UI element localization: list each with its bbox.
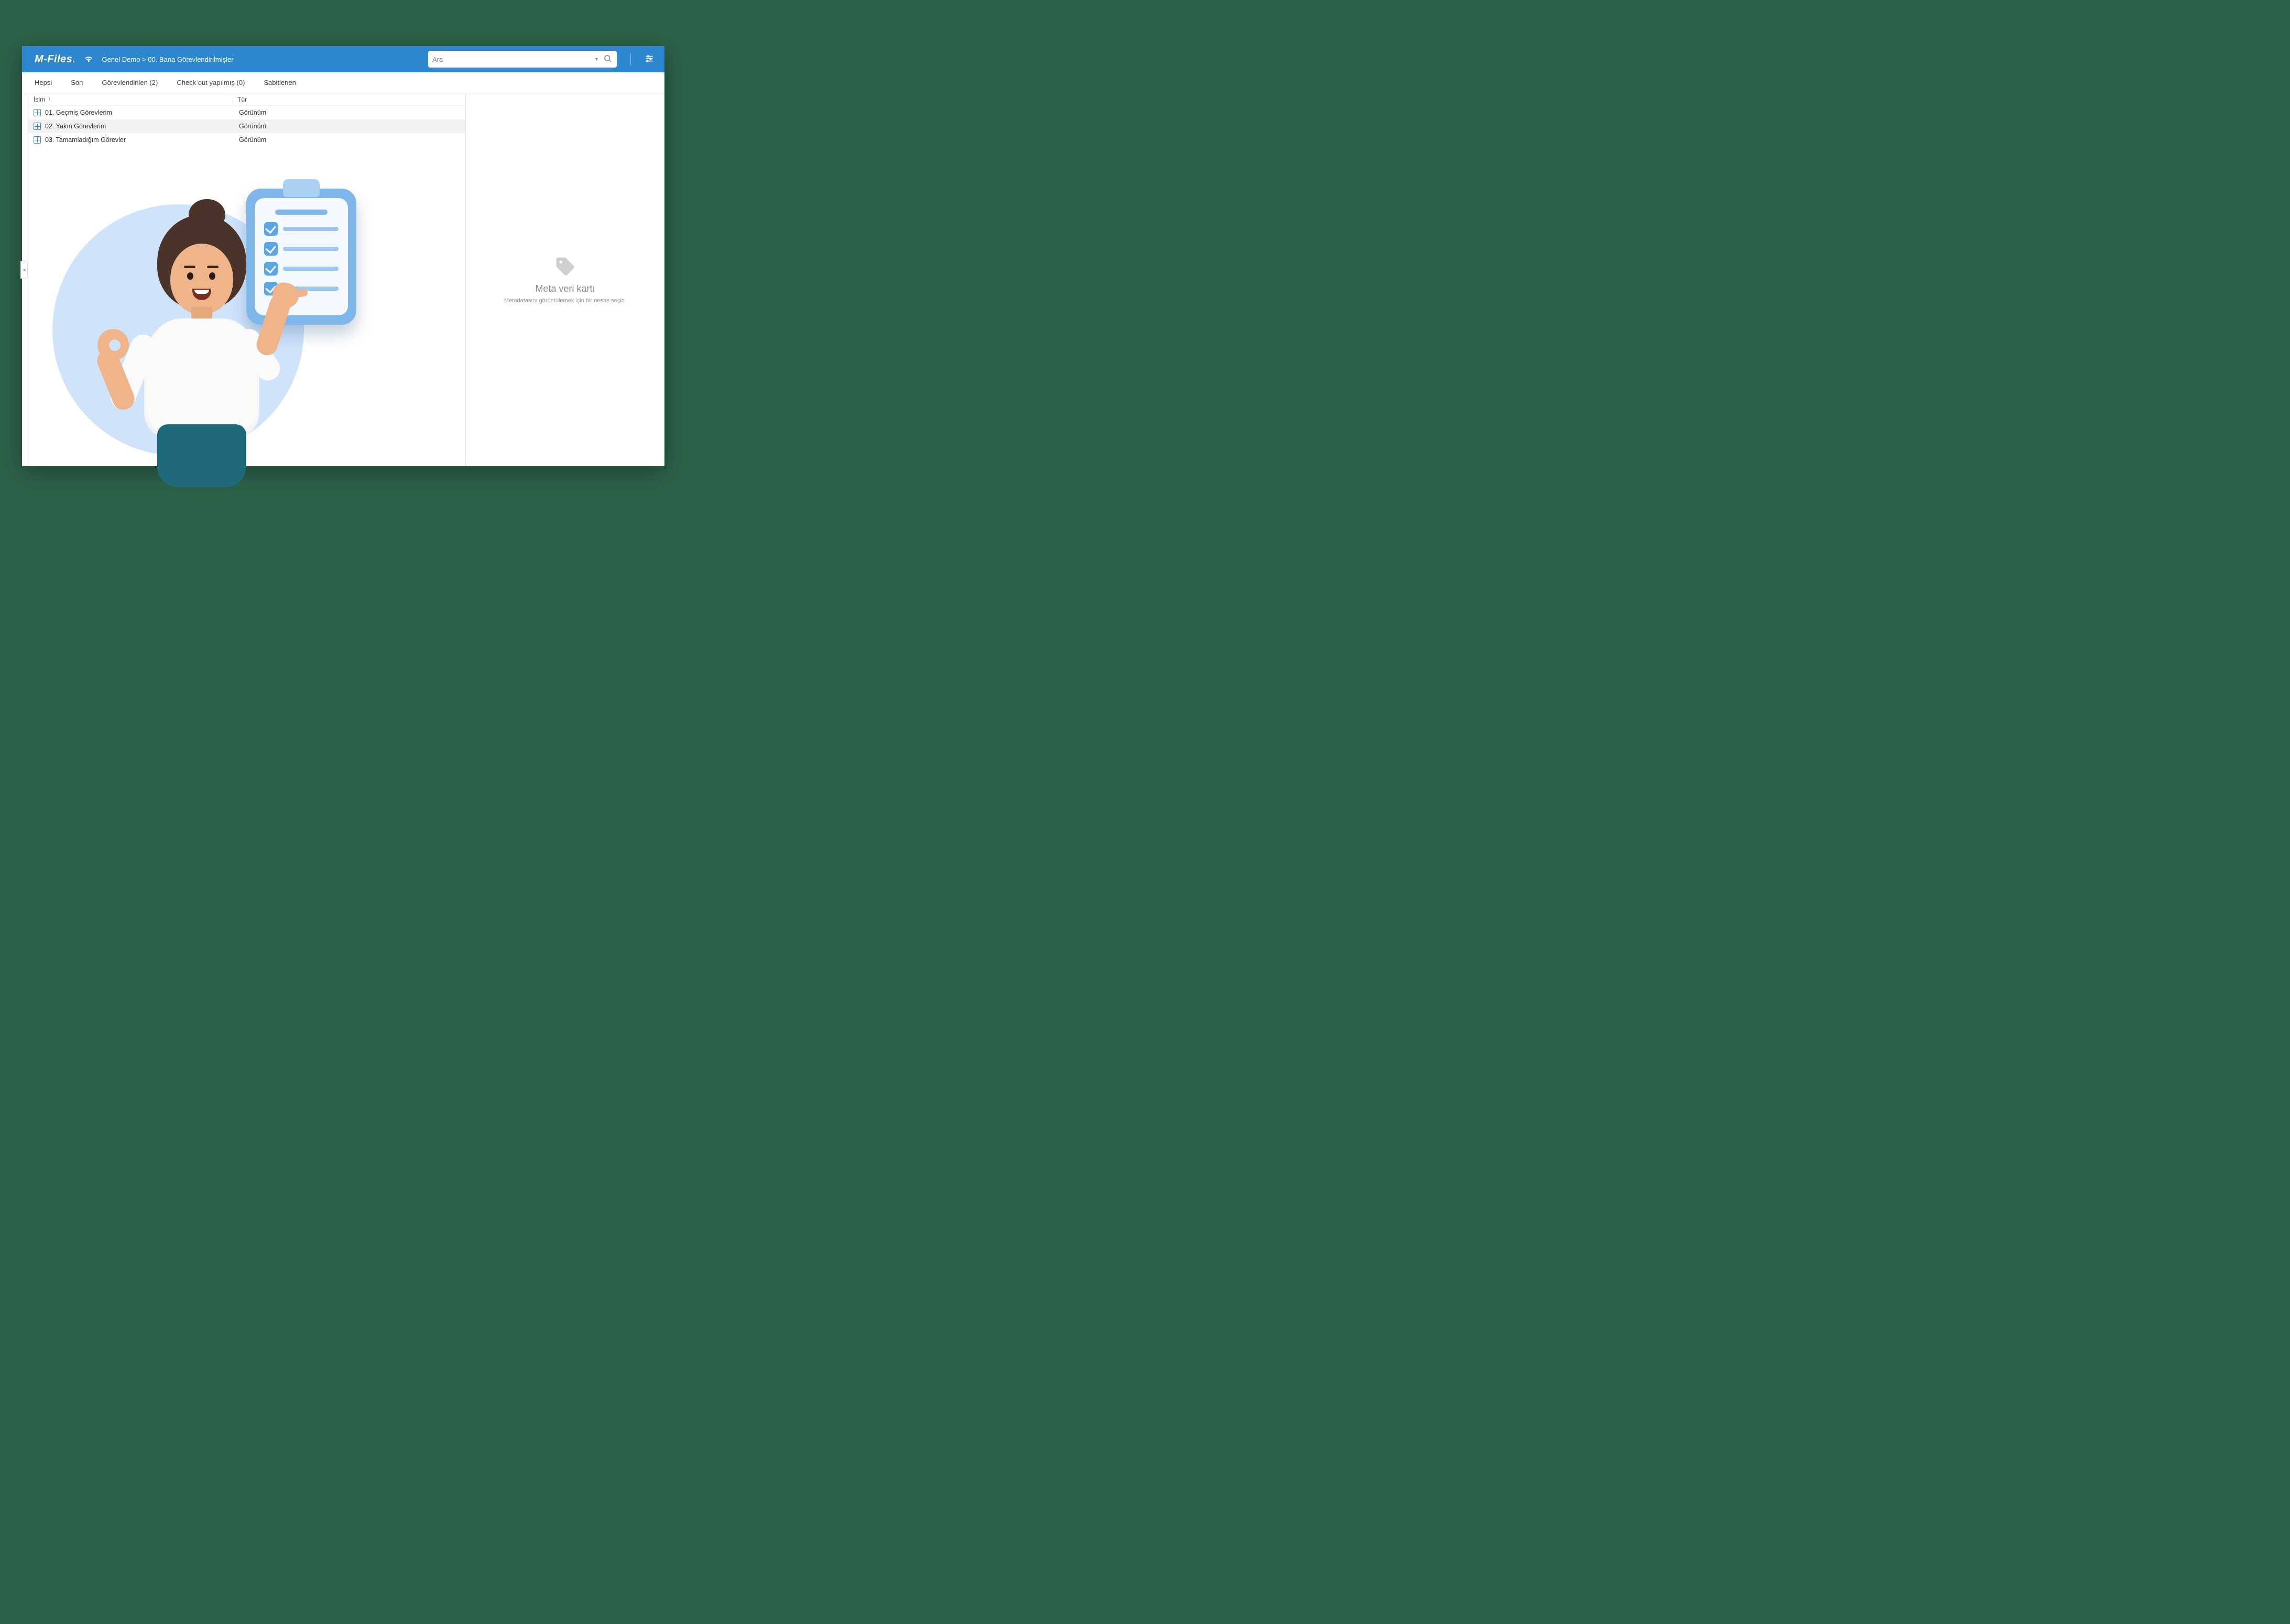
metadata-subtitle: Metadatasını görüntülemek için bir nesne… bbox=[504, 298, 626, 304]
metadata-panel: Meta veri kartı Metadatasını görüntüleme… bbox=[465, 93, 664, 466]
list-item[interactable]: 03. Tamamladığım Görevler Görünüm bbox=[28, 133, 465, 147]
column-headers: İsim ↑ Tür bbox=[28, 93, 465, 106]
app-logo: M-Files. bbox=[35, 53, 75, 65]
column-name-label: İsim bbox=[34, 96, 45, 103]
divider bbox=[630, 53, 631, 65]
row-name: 01. Geçmiş Görevlerim bbox=[45, 109, 235, 116]
tag-icon bbox=[554, 256, 576, 280]
list-item[interactable]: 02. Yakın Görevlerim Görünüm bbox=[28, 119, 465, 133]
row-type: Görünüm bbox=[235, 123, 308, 130]
column-type-label: Tür bbox=[237, 96, 247, 103]
main-body: ◂ İsim ↑ Tür 01. Geçmiş Görevlerim Görün… bbox=[22, 93, 664, 466]
chevron-down-icon[interactable]: ▾ bbox=[593, 57, 600, 62]
rows: 01. Geçmiş Görevlerim Görünüm 02. Yakın … bbox=[28, 106, 465, 147]
search-box[interactable]: ▾ bbox=[428, 51, 617, 68]
column-name[interactable]: İsim ↑ bbox=[34, 96, 233, 103]
row-name: 02. Yakın Görevlerim bbox=[45, 123, 235, 130]
tab-all[interactable]: Hepsi bbox=[35, 79, 52, 86]
topbar: M-Files. Genel Demo > 00. Bana Görevlend… bbox=[22, 46, 664, 72]
search-icon[interactable] bbox=[603, 54, 613, 65]
view-icon bbox=[34, 123, 41, 130]
row-type: Görünüm bbox=[235, 136, 308, 144]
tab-pinned[interactable]: Sabitlenen bbox=[264, 79, 296, 86]
tab-checkout[interactable]: Check out yapılmış (0) bbox=[177, 79, 245, 86]
listing-area: İsim ↑ Tür 01. Geçmiş Görevlerim Görünüm… bbox=[28, 93, 465, 466]
column-type[interactable]: Tür bbox=[233, 96, 306, 103]
sort-asc-icon: ↑ bbox=[48, 96, 51, 102]
search-input[interactable] bbox=[432, 56, 590, 63]
filters-icon[interactable] bbox=[645, 54, 654, 65]
row-type: Görünüm bbox=[235, 109, 308, 116]
view-icon bbox=[34, 136, 41, 144]
left-rail: ◂ bbox=[22, 93, 28, 466]
expand-handle-icon[interactable]: ◂ bbox=[20, 261, 28, 279]
connection-icon[interactable] bbox=[84, 54, 93, 65]
list-item[interactable]: 01. Geçmiş Görevlerim Görünüm bbox=[28, 106, 465, 119]
breadcrumb[interactable]: Genel Demo > 00. Bana Görevlendirilmişle… bbox=[102, 56, 233, 63]
app-window: M-Files. Genel Demo > 00. Bana Görevlend… bbox=[22, 46, 664, 466]
tab-recent[interactable]: Son bbox=[71, 79, 83, 86]
tab-assigned[interactable]: Görevlendirilen (2) bbox=[102, 79, 158, 86]
row-name: 03. Tamamladığım Görevler bbox=[45, 136, 235, 144]
tab-strip: Hepsi Son Görevlendirilen (2) Check out … bbox=[22, 72, 664, 93]
view-icon bbox=[34, 109, 41, 116]
metadata-title: Meta veri kartı bbox=[535, 283, 595, 294]
